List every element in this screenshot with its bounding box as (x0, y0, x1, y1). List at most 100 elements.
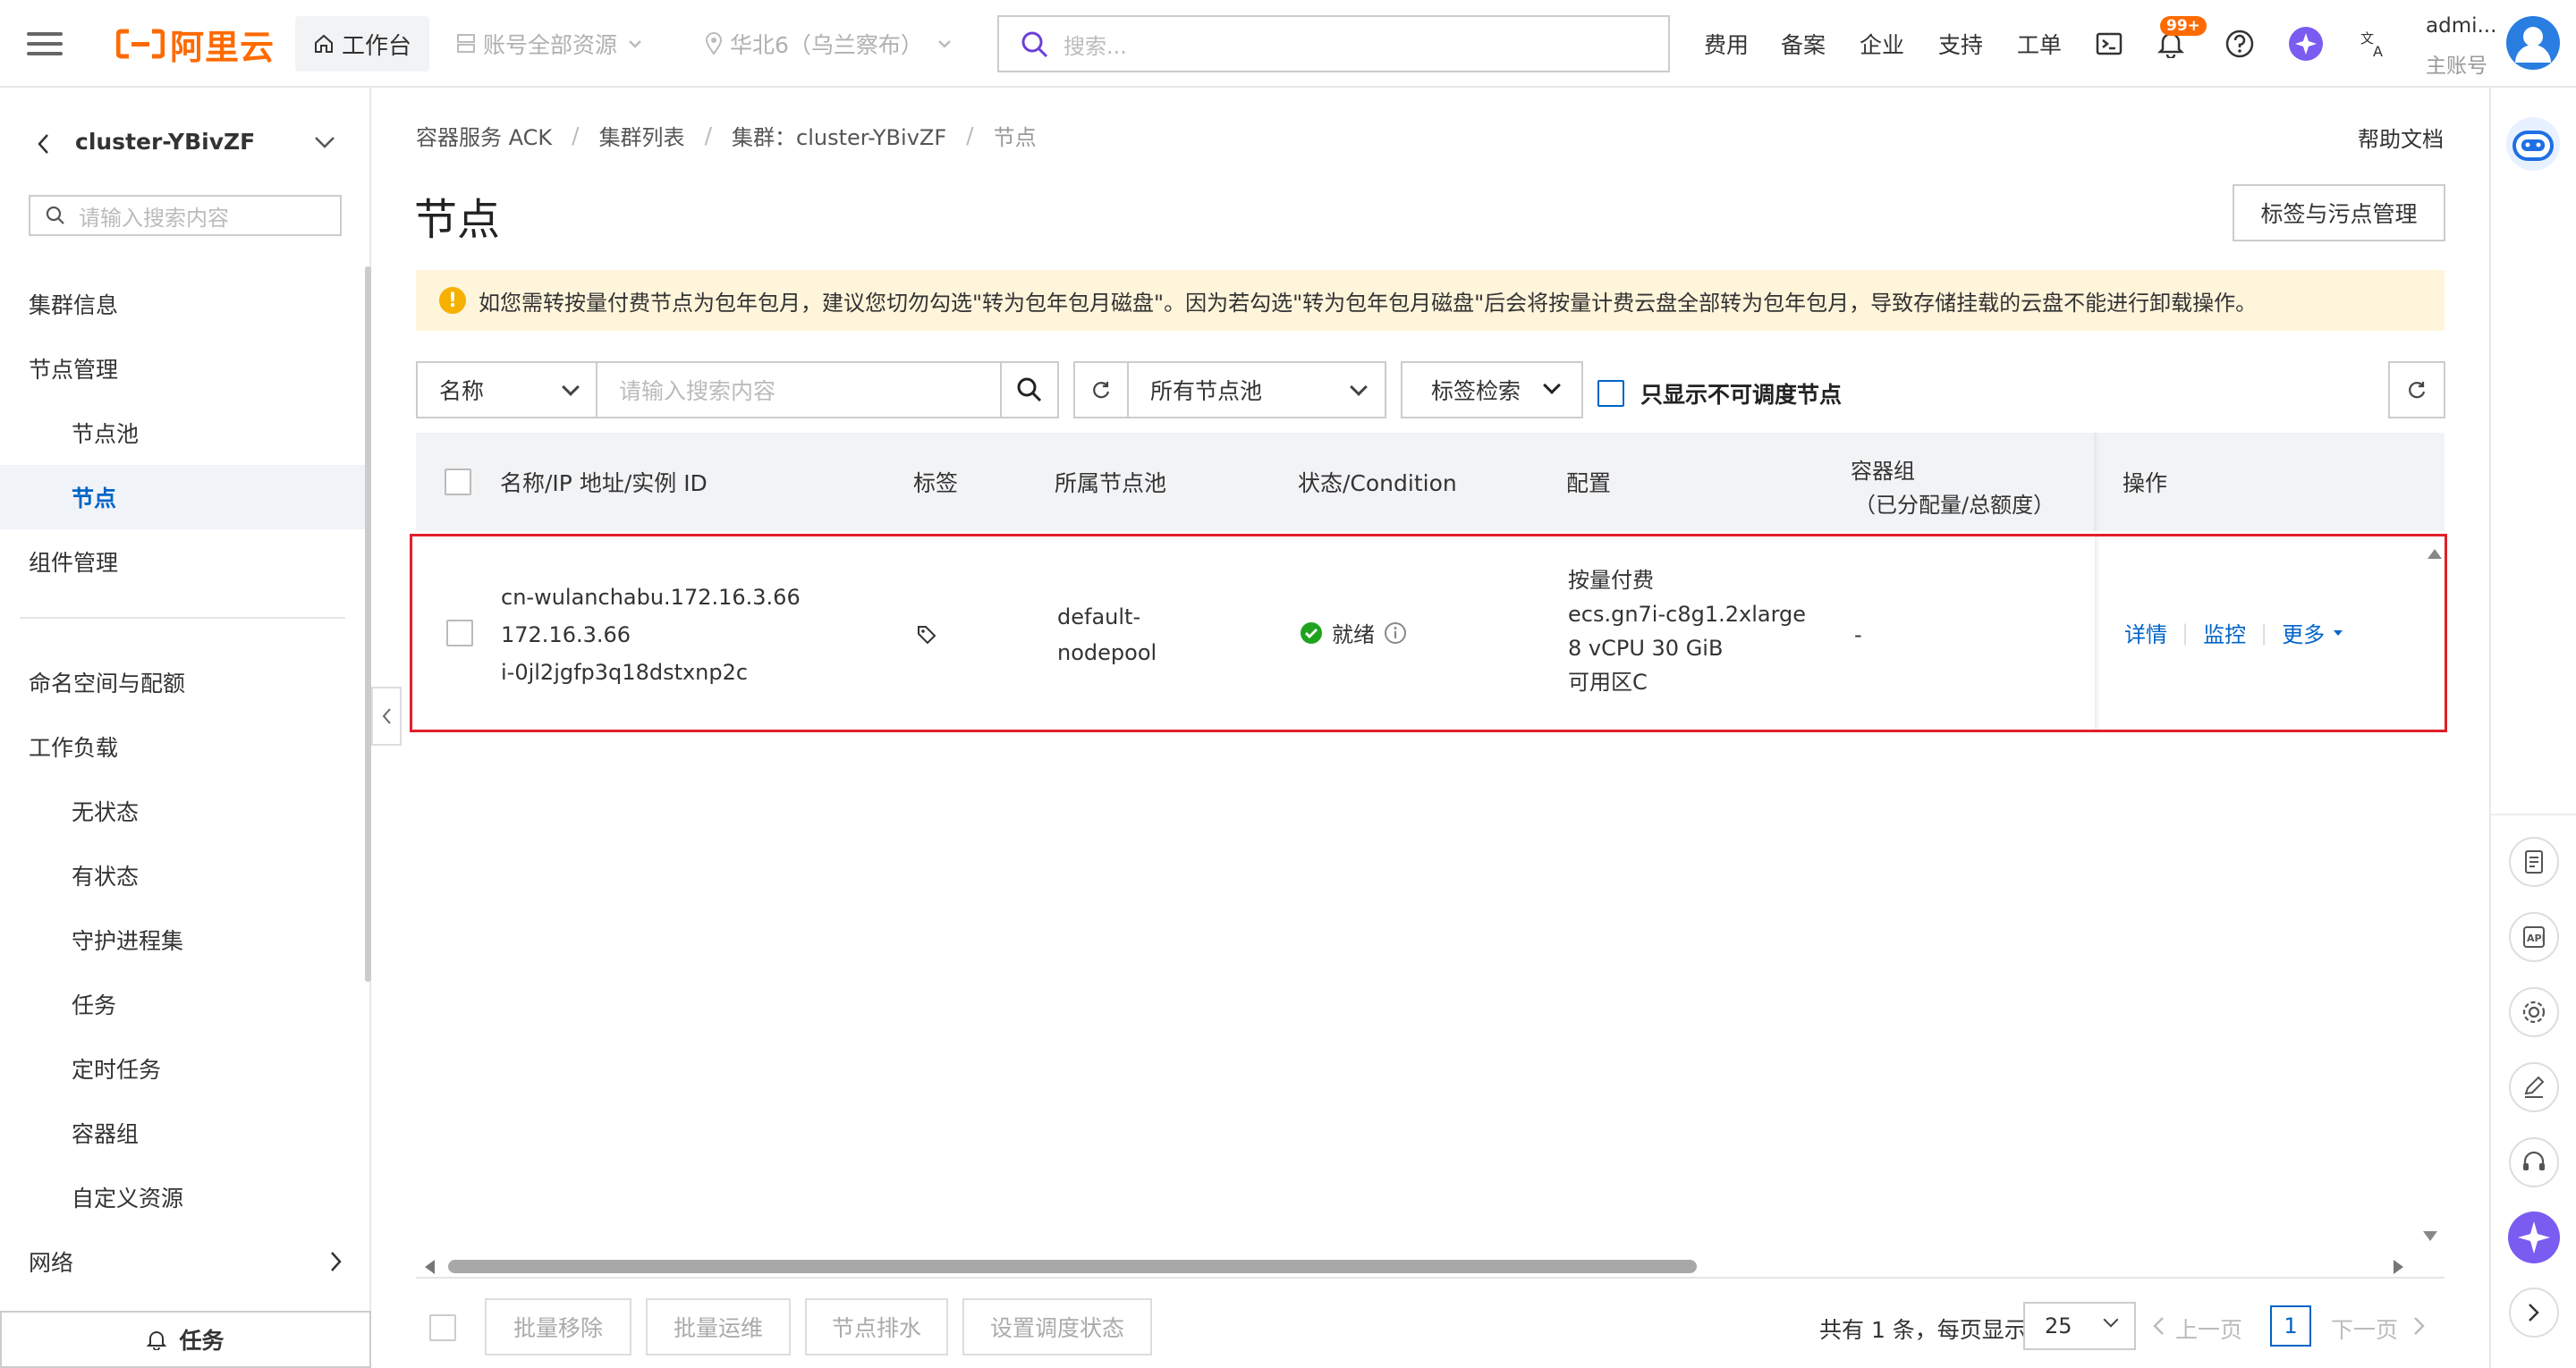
nav-link-ticket[interactable]: 工单 (2017, 0, 2062, 88)
user-name[interactable]: admi... (2426, 14, 2496, 38)
help-docs-link[interactable]: 帮助文档 (2358, 122, 2444, 153)
scroll-down-arrow-icon[interactable] (2422, 1230, 2438, 1243)
ai-sparkle-icon[interactable] (2507, 1211, 2561, 1264)
sidebar-item-statefulsets[interactable]: 有状态 (0, 843, 368, 908)
drain-node-button[interactable]: 节点排水 (805, 1298, 948, 1355)
workbench-button[interactable]: 工作台 (295, 16, 430, 72)
tag-search-button[interactable]: 标签检索 (1401, 361, 1583, 418)
settings-gear-icon[interactable] (2509, 987, 2559, 1037)
next-page-button[interactable]: 下一页 (2331, 1313, 2398, 1345)
breadcrumb-ack[interactable]: 容器服务 ACK (416, 120, 552, 151)
nav-link-support[interactable]: 支持 (1938, 0, 1983, 88)
cluster-switch-chevron-icon[interactable] (313, 134, 336, 150)
sidebar-item-cronjobs[interactable]: 定时任务 (0, 1036, 368, 1101)
sidebar-item-nodepool[interactable]: 节点池 (0, 401, 368, 465)
global-search-placeholder: 搜索... (1063, 33, 1127, 59)
api-icon[interactable]: API (2509, 912, 2559, 962)
batch-ops-button[interactable]: 批量运维 (646, 1298, 791, 1355)
select-all-checkbox[interactable] (445, 469, 471, 495)
back-arrow-icon[interactable] (36, 132, 50, 156)
server-icon (457, 34, 475, 53)
node-name-link[interactable]: cn-wulanchabu.172.16.3.66 (501, 579, 801, 615)
document-icon[interactable] (2509, 837, 2559, 887)
chevron-down-icon (1350, 378, 1368, 396)
horizontal-scrollbar-thumb[interactable] (448, 1260, 1697, 1273)
checkbox[interactable] (1597, 380, 1624, 407)
top-navigation-bar: 阿里云 工作台 账号全部资源 华北6（乌兰察布） 搜索... 费用 备案 企业 … (0, 0, 2576, 88)
page-size-select[interactable]: 25 (2023, 1302, 2136, 1350)
resource-group-select[interactable]: 账号全部资源 (456, 0, 644, 88)
region-select[interactable]: 华北6（乌兰察布） (705, 0, 953, 88)
sidebar-item-cluster-info[interactable]: 集群信息 (0, 272, 368, 336)
sidebar-item-workloads[interactable]: 工作负载 (0, 714, 368, 779)
detail-link[interactable]: 详情 (2124, 617, 2167, 648)
instance-id-link[interactable]: i-0jl2jgfp3q18dstxnp2c (501, 654, 748, 690)
prev-page-chevron-icon (2153, 1317, 2164, 1335)
sidebar-item-addons[interactable]: 组件管理 (0, 529, 368, 594)
monitor-link[interactable]: 监控 (2203, 617, 2246, 648)
global-search-input[interactable]: 搜索... (997, 15, 1670, 72)
avatar[interactable] (2504, 14, 2562, 72)
help-icon[interactable] (2224, 0, 2255, 88)
notification-bell-icon[interactable] (2157, 0, 2184, 88)
label-taint-management-button[interactable]: 标签与污点管理 (2233, 184, 2445, 241)
set-schedule-status-button[interactable]: 设置调度状态 (962, 1298, 1152, 1355)
more-actions-dropdown[interactable]: 更多 (2282, 617, 2325, 648)
sidebar-item-nodes[interactable]: 节点 (0, 465, 368, 529)
sidebar-item-network[interactable]: 网络 (0, 1229, 368, 1294)
column-header-pods: 容器组 （已分配量/总额度） (1851, 454, 2055, 522)
config-zone: 可用区C (1568, 670, 1648, 695)
nav-link-enterprise[interactable]: 企业 (1860, 0, 1904, 88)
config-instance-type: ecs.gn7i-c8g1.2xlarge (1568, 602, 1807, 627)
language-icon[interactable]: 文A (2359, 0, 2389, 88)
nodepool-select[interactable]: 所有节点池 (1127, 361, 1386, 418)
row-checkbox[interactable] (446, 620, 473, 646)
robot-assistant-icon[interactable] (2504, 114, 2563, 173)
scroll-up-arrow-icon[interactable] (2427, 547, 2443, 560)
search-submit-button[interactable] (1000, 361, 1059, 418)
action-separator: | (2260, 620, 2268, 646)
sidebar-item-namespaces[interactable]: 命名空间与配额 (0, 650, 368, 714)
sidebar-item-pods[interactable]: 容器组 (0, 1101, 368, 1165)
breadcrumb-cluster[interactable]: 集群：cluster-YBivZF (732, 120, 946, 151)
sidebar-item-jobs[interactable]: 任务 (0, 972, 368, 1036)
tasks-button[interactable]: 任务 (0, 1311, 371, 1368)
batch-remove-button[interactable]: 批量移除 (485, 1298, 631, 1355)
info-icon[interactable] (1384, 621, 1407, 645)
sidebar-search-input[interactable]: 请输入搜索内容 (29, 195, 342, 236)
nodepool-link[interactable]: default- nodepool (1057, 599, 1157, 671)
footer-select-all-checkbox[interactable] (429, 1314, 456, 1341)
sidebar-item-deployments[interactable]: 无状态 (0, 779, 368, 843)
column-header-actions: 操作 (2123, 470, 2168, 496)
nav-link-fees[interactable]: 费用 (1704, 0, 1749, 88)
prev-page-button[interactable]: 上一页 (2175, 1313, 2242, 1345)
sidebar-item-custom-resources[interactable]: 自定义资源 (0, 1165, 368, 1229)
fixed-column-shadow (2095, 536, 2100, 730)
scroll-right-arrow-icon[interactable] (2393, 1259, 2405, 1275)
expand-rail-icon[interactable] (2509, 1288, 2559, 1338)
sidebar-collapse-button[interactable] (371, 687, 402, 746)
edit-icon[interactable] (2509, 1062, 2559, 1112)
ai-assistant-icon[interactable] (2288, 0, 2324, 88)
customer-service-icon[interactable] (2509, 1137, 2559, 1187)
breadcrumb-cluster-list[interactable]: 集群列表 (599, 120, 685, 151)
workbench-label: 工作台 (342, 32, 412, 60)
menu-icon[interactable] (27, 0, 63, 88)
sidebar-item-node-management[interactable]: 节点管理 (0, 336, 368, 401)
warning-alert: ! 如您需转按量付费节点为包年包月，建议您切勿勾选"转为包年包月磁盘"。因为若勾… (416, 270, 2445, 331)
aliyun-logo[interactable]: 阿里云 (116, 0, 275, 88)
column-header-pods-line2: （已分配量/总额度） (1854, 493, 2055, 518)
node-search-input[interactable]: 请输入搜索内容 (596, 361, 1002, 418)
only-unschedulable-checkbox[interactable]: 只显示不可调度节点 (1597, 377, 1842, 410)
horizontal-scrollbar[interactable] (416, 1252, 2445, 1279)
refresh-nodepool-button[interactable] (1073, 361, 1129, 418)
sidebar-scrollbar[interactable] (365, 266, 371, 982)
scroll-left-arrow-icon[interactable] (423, 1259, 436, 1275)
tag-icon[interactable] (916, 624, 937, 646)
current-page-button[interactable]: 1 (2270, 1305, 2311, 1347)
nav-link-icp[interactable]: 备案 (1781, 0, 1826, 88)
sidebar-item-daemonsets[interactable]: 守护进程集 (0, 908, 368, 972)
search-field-select[interactable]: 名称 (416, 361, 597, 418)
refresh-table-button[interactable] (2388, 361, 2445, 418)
terminal-icon[interactable] (2096, 0, 2123, 88)
